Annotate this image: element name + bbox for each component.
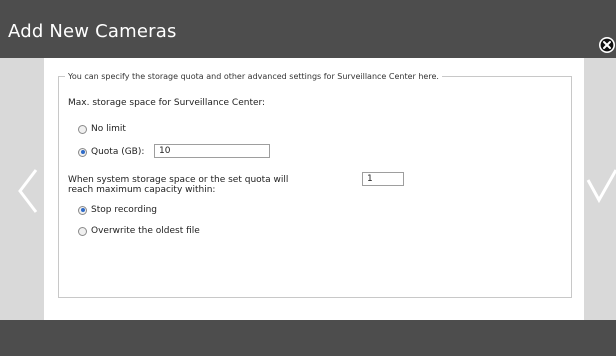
overwrite-oldest-option[interactable]: Overwrite the oldest file: [78, 226, 200, 236]
quota-gb-input[interactable]: 10: [154, 144, 270, 158]
confirm-button[interactable]: [584, 58, 616, 320]
quota-radio[interactable]: [78, 147, 87, 157]
capacity-label-line2: reach maximum capacity within:: [68, 185, 216, 195]
no-limit-radio[interactable]: [78, 124, 87, 134]
max-storage-label: Max. storage space for Surveillance Cent…: [68, 98, 266, 108]
dialog-titlebar: Add New Cameras: [0, 0, 616, 58]
capacity-threshold-input[interactable]: 1: [362, 172, 404, 186]
group-description: You can specify the storage quota and ot…: [68, 72, 439, 81]
add-cameras-dialog: Add New Cameras You can specify the stor…: [0, 0, 616, 356]
chevron-left-icon: [18, 169, 38, 213]
overwrite-oldest-label: Overwrite the oldest file: [91, 226, 200, 236]
quota-option[interactable]: Quota (GB):: [78, 147, 144, 157]
quota-label: Quota (GB):: [91, 147, 145, 157]
capacity-label-line1: When system storage space or the set quo…: [68, 175, 289, 185]
no-limit-label: No limit: [91, 124, 126, 134]
stop-recording-radio[interactable]: [78, 205, 87, 215]
checkmark-icon: [586, 169, 616, 204]
overwrite-oldest-radio[interactable]: [78, 226, 87, 236]
close-icon[interactable]: [598, 36, 616, 54]
stop-recording-label: Stop recording: [91, 205, 157, 215]
settings-panel: You can specify the storage quota and ot…: [44, 58, 584, 320]
stop-recording-option[interactable]: Stop recording: [78, 205, 157, 215]
dialog-footer: [0, 320, 616, 356]
dialog-title: Add New Cameras: [8, 21, 177, 42]
previous-step-button[interactable]: [0, 58, 44, 320]
no-limit-option[interactable]: No limit: [78, 124, 126, 134]
